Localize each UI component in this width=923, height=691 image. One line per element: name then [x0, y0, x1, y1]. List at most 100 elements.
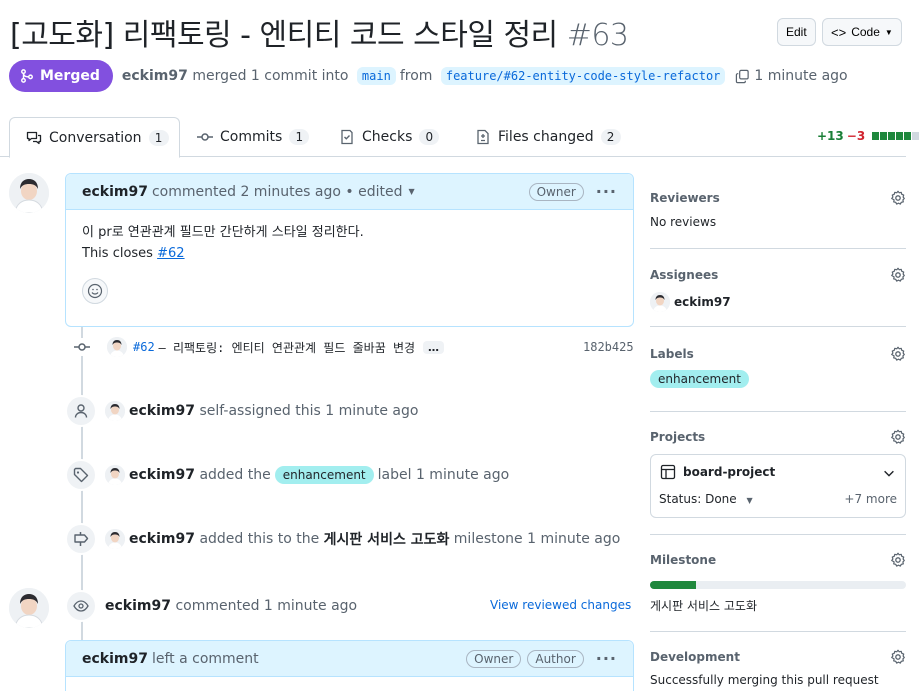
avatar[interactable] — [9, 588, 49, 628]
project-card[interactable]: board-project Status: Done ▼ +7 more — [650, 454, 906, 518]
merged-badge: Merged — [9, 60, 113, 92]
commit-icon — [197, 133, 213, 141]
event-text: added the — [199, 467, 271, 483]
gear-icon[interactable] — [890, 429, 906, 445]
commit-sha[interactable]: 182b425 — [583, 340, 634, 354]
closes-text: This closes — [82, 246, 153, 261]
sidebar-title: Development — [650, 650, 740, 664]
tab-conversation-count: 1 — [148, 129, 169, 146]
code-button-label: Code — [851, 25, 880, 39]
milestone-name[interactable]: 게시판 서비스 고도화 — [650, 597, 906, 614]
event-text: commented 1 minute ago — [175, 598, 358, 614]
tab-conversation[interactable]: Conversation 1 — [9, 117, 180, 158]
commit-row: #62 – 리팩토링: 엔티티 연관관계 필드 줄바꿈 변경 … — [107, 337, 445, 357]
view-reviewed-changes-link[interactable]: View reviewed changes — [490, 598, 631, 612]
person-icon — [65, 395, 97, 427]
tab-checks-count: 0 — [419, 129, 440, 145]
avatar — [650, 292, 670, 312]
tab-files-label: Files changed — [498, 129, 594, 145]
assignee-item[interactable]: eckim97 — [650, 292, 906, 312]
head-branch[interactable]: feature/#62-entity-code-style-refactor — [440, 67, 726, 85]
event-text: self-assigned this 1 minute ago — [199, 403, 419, 419]
timeline-event-labeled: eckim97 added the enhancement label 1 mi… — [65, 458, 509, 492]
project-status[interactable]: Status: Done ▼ — [659, 492, 753, 506]
event-user[interactable]: eckim97 — [105, 598, 171, 614]
comment-header: eckim97 left a comment Owner Author ··· — [66, 641, 633, 677]
sidebar-title: Reviewers — [650, 191, 720, 205]
tab-checks[interactable]: Checks 0 — [339, 117, 440, 157]
comment-author[interactable]: eckim97 — [82, 184, 148, 200]
merge-author[interactable]: eckim97 — [122, 68, 188, 84]
checklist-icon — [341, 129, 353, 145]
milestone-progress-bar — [650, 581, 906, 589]
base-branch[interactable]: main — [356, 67, 396, 85]
reviewers-value: No reviews — [650, 215, 717, 229]
event-user[interactable]: eckim97 — [129, 531, 195, 547]
code-button[interactable]: <> Code ▼ — [822, 18, 902, 46]
add-reaction-button[interactable] — [82, 278, 108, 304]
caret-down-icon[interactable]: ▼ — [409, 187, 415, 196]
caret-down-icon: ▼ — [746, 496, 753, 505]
milestone-link[interactable]: 게시판 서비스 고도화 — [324, 529, 450, 549]
avatar[interactable] — [105, 529, 125, 549]
diff-additions: +13 — [817, 129, 844, 143]
tab-files-changed[interactable]: Files changed 2 — [475, 117, 621, 157]
comment-meta[interactable]: commented 2 minutes ago • edited — [152, 184, 403, 200]
gear-icon[interactable] — [890, 552, 906, 568]
timeline-event-assigned: eckim97 self-assigned this 1 minute ago — [65, 394, 418, 428]
file-diff-icon — [477, 129, 489, 145]
avatar[interactable] — [107, 337, 127, 357]
merged-label: Merged — [40, 68, 100, 84]
commit-message[interactable]: – 리팩토링: 엔티티 연관관계 필드 줄바꿈 변경 — [159, 339, 416, 356]
avatar[interactable] — [105, 465, 125, 485]
chevron-down-icon[interactable] — [882, 466, 896, 480]
event-user[interactable]: eckim97 — [129, 467, 195, 483]
tab-conversation-label: Conversation — [49, 129, 142, 146]
pr-tabs: Conversation 1 Commits 1 Checks 0 Files … — [0, 117, 906, 158]
event-user[interactable]: eckim97 — [129, 403, 195, 419]
tab-commits[interactable]: Commits 1 — [197, 117, 310, 157]
from-text: from — [399, 68, 433, 84]
kebab-menu-icon[interactable]: ··· — [596, 182, 617, 201]
comment-body-line2: This closes #62 — [82, 243, 617, 264]
author-badge: Author — [527, 649, 584, 668]
eye-icon — [65, 590, 97, 622]
sidebar-title: Projects — [650, 430, 706, 444]
label-pill[interactable]: enhancement — [274, 466, 374, 484]
sidebar-projects: Projects board-project Status: Done ▼ +7… — [650, 427, 906, 535]
sidebar-labels: Labels enhancement — [650, 344, 906, 412]
merge-time: 1 minute ago — [754, 68, 848, 84]
comment-meta: left a comment — [151, 650, 259, 667]
project-more[interactable]: +7 more — [844, 492, 897, 506]
project-name[interactable]: board-project — [683, 465, 775, 479]
copy-icon[interactable] — [735, 69, 750, 84]
tab-checks-label: Checks — [362, 129, 413, 145]
commit-node — [73, 338, 91, 356]
sidebar-title: Assignees — [650, 268, 719, 282]
gear-icon[interactable] — [890, 190, 906, 206]
commit-issue-link[interactable]: #62 — [133, 340, 155, 354]
assignee-name: eckim97 — [674, 295, 731, 309]
label-pill[interactable]: enhancement — [650, 370, 749, 388]
sidebar-reviewers: Reviewers No reviews — [650, 188, 906, 249]
tab-files-count: 2 — [600, 129, 621, 145]
gear-icon[interactable] — [890, 267, 906, 283]
comment-author[interactable]: eckim97 — [82, 651, 148, 667]
commit-expand-button[interactable]: … — [423, 340, 445, 354]
tab-commits-count: 1 — [289, 129, 310, 145]
development-text: Successfully merging this pull request m… — [650, 673, 879, 691]
avatar[interactable] — [105, 401, 125, 421]
comment-card: eckim97 commented 2 minutes ago • edited… — [65, 173, 634, 327]
issue-link[interactable]: #62 — [157, 246, 184, 261]
kebab-menu-icon[interactable]: ··· — [596, 649, 617, 668]
edit-button[interactable]: Edit — [777, 18, 816, 46]
tab-commits-label: Commits — [220, 129, 283, 145]
merge-icon — [21, 69, 33, 83]
gear-icon[interactable] — [890, 649, 906, 665]
milestone-icon — [65, 523, 97, 555]
diff-deletions: −3 — [846, 129, 866, 143]
sidebar-title: Labels — [650, 347, 694, 361]
gear-icon[interactable] — [890, 346, 906, 362]
sidebar-title: Milestone — [650, 553, 717, 567]
avatar[interactable] — [9, 173, 49, 213]
